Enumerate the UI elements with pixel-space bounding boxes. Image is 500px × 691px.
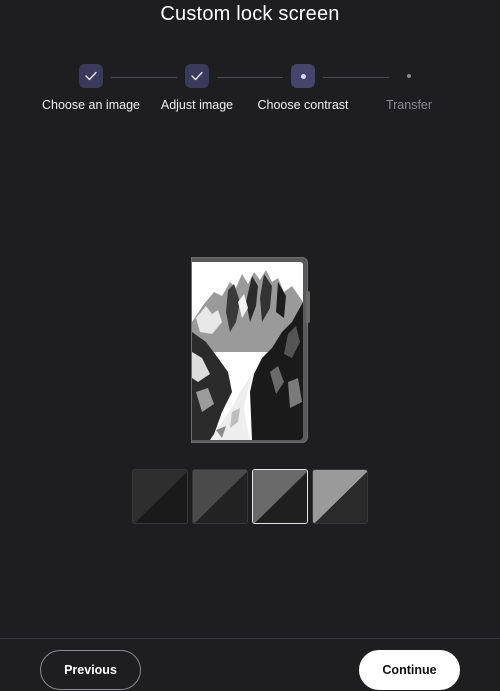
progress-stepper: Choose an image Adjust image Choose cont… (0, 64, 500, 124)
step-choose-image: Choose an image (36, 64, 146, 112)
previous-button[interactable]: Previous (40, 650, 141, 690)
step-label: Adjust image (160, 98, 234, 112)
step-label: Choose an image (42, 98, 140, 112)
page-title: Custom lock screen (160, 3, 340, 25)
step-transfer: Transfer (354, 64, 464, 112)
step-label: Transfer (385, 98, 433, 112)
contrast-options (132, 469, 369, 525)
footer-bar: Previous Continue (0, 638, 500, 691)
device-side-button (306, 291, 310, 323)
pending-step-dot-icon (397, 64, 421, 88)
custom-lock-screen-page: Custom lock screen Choose an image Adjus… (0, 0, 500, 691)
continue-button[interactable]: Continue (359, 650, 460, 690)
step-adjust-image: Adjust image (142, 64, 252, 112)
check-icon (185, 64, 209, 88)
lock-screen-preview-image (192, 262, 303, 440)
contrast-option-4[interactable] (312, 469, 368, 524)
step-choose-contrast: Choose contrast (248, 64, 358, 112)
contrast-option-2[interactable] (192, 469, 248, 524)
contrast-option-1[interactable] (132, 469, 188, 524)
step-label: Choose contrast (257, 98, 349, 112)
current-step-dot-icon (291, 64, 315, 88)
contrast-option-3-selected[interactable] (252, 469, 308, 524)
check-icon (79, 64, 103, 88)
